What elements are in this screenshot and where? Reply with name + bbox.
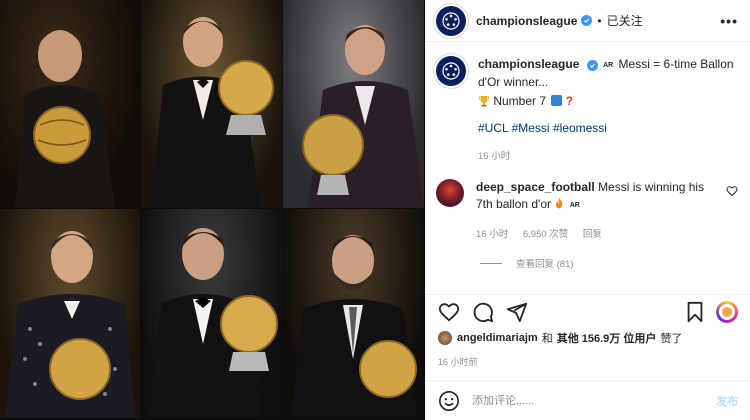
commenter-avatar[interactable] [436, 179, 464, 207]
uefa-avatar[interactable] [436, 5, 466, 36]
likes-liked: 赞了 [660, 333, 683, 345]
photo-2012 [0, 209, 140, 418]
caption-line2: Number 7 [493, 94, 547, 108]
add-comment-bar: 发布 [426, 380, 750, 420]
action-bar [426, 294, 750, 323]
comment-icon[interactable] [472, 301, 494, 323]
likes-others[interactable]: 其他 156.9万 位用户 [557, 330, 657, 346]
fire-icon [554, 197, 567, 211]
blue-square-emoji [551, 95, 563, 106]
trophy-icon [478, 94, 493, 108]
comment-likes[interactable]: 6,950 次赞 [523, 229, 568, 240]
photo-2015 [141, 209, 282, 418]
hashtag-leomessi[interactable]: #leomessi [553, 121, 607, 135]
share-icon[interactable] [506, 301, 528, 323]
liker-username[interactable]: angeldimariajm [457, 332, 538, 344]
reply-button[interactable]: 回复 [583, 229, 602, 240]
hashtag-messi[interactable]: #Messi [512, 121, 550, 135]
save-icon[interactable] [684, 301, 706, 323]
hashtag-ucl[interactable]: #UCL [478, 121, 508, 135]
starball-icon [442, 11, 460, 30]
starball-icon [442, 62, 460, 80]
caption-username[interactable]: championsleague [478, 57, 579, 71]
view-replies-label[interactable]: 查看回复 (81) [516, 256, 574, 270]
post-side-panel: championsleague • 已关注 ••• championsleagu… [425, 0, 750, 420]
photo-2019 [283, 209, 424, 418]
comment-body: deep_space_football Messi is winning his… [476, 179, 720, 243]
photo-2010 [141, 0, 282, 208]
view-replies[interactable]: 查看回复 (81) [480, 256, 738, 270]
post-timestamp[interactable]: 16 小时前 [438, 355, 478, 368]
follow-status-button[interactable]: 已关注 [607, 12, 643, 29]
comment-username[interactable]: deep_space_football [476, 180, 595, 194]
post-viewer: championsleague • 已关注 ••• championsleagu… [0, 0, 750, 420]
comment-heart-icon[interactable] [726, 185, 738, 197]
comment-input[interactable] [472, 394, 716, 407]
photo-2011 [283, 0, 424, 208]
more-icon[interactable]: ••• [720, 13, 738, 29]
ar-badge: AR [569, 202, 580, 209]
question-emoji: ? [565, 94, 574, 108]
emoji-icon[interactable] [438, 390, 460, 412]
comments-section: championsleague AR Messi = 6-time Ballon… [426, 56, 750, 270]
ar-badge: AR [603, 62, 614, 69]
verified-icon [581, 15, 593, 26]
caption-body: championsleague AR Messi = 6-time Ballon… [478, 56, 738, 165]
uefa-avatar[interactable] [436, 56, 466, 86]
liker-avatar[interactable] [438, 331, 452, 345]
post-image-collage[interactable] [0, 0, 425, 420]
comment-time[interactable]: 16 小时 [476, 229, 508, 240]
comment-item: deep_space_football Messi is winning his… [436, 179, 738, 243]
post-username[interactable]: championsleague [476, 14, 577, 28]
post-comment-button[interactable]: 发布 [716, 393, 738, 409]
caption-time[interactable]: 16 小时 [478, 151, 510, 162]
photo-2009 [0, 0, 140, 208]
replies-line [480, 262, 502, 264]
verified-icon [586, 60, 598, 71]
post-header: championsleague • 已关注 ••• [426, 0, 750, 42]
heart-icon[interactable] [438, 301, 460, 323]
caption: championsleague AR Messi = 6-time Ballon… [436, 56, 738, 165]
separator-dot: • [597, 13, 602, 28]
likes-summary: angeldimariajm 和 其他 156.9万 位用户 赞了 [438, 330, 682, 346]
likes-and: 和 [541, 333, 553, 345]
story-ring-icon[interactable] [716, 300, 738, 323]
